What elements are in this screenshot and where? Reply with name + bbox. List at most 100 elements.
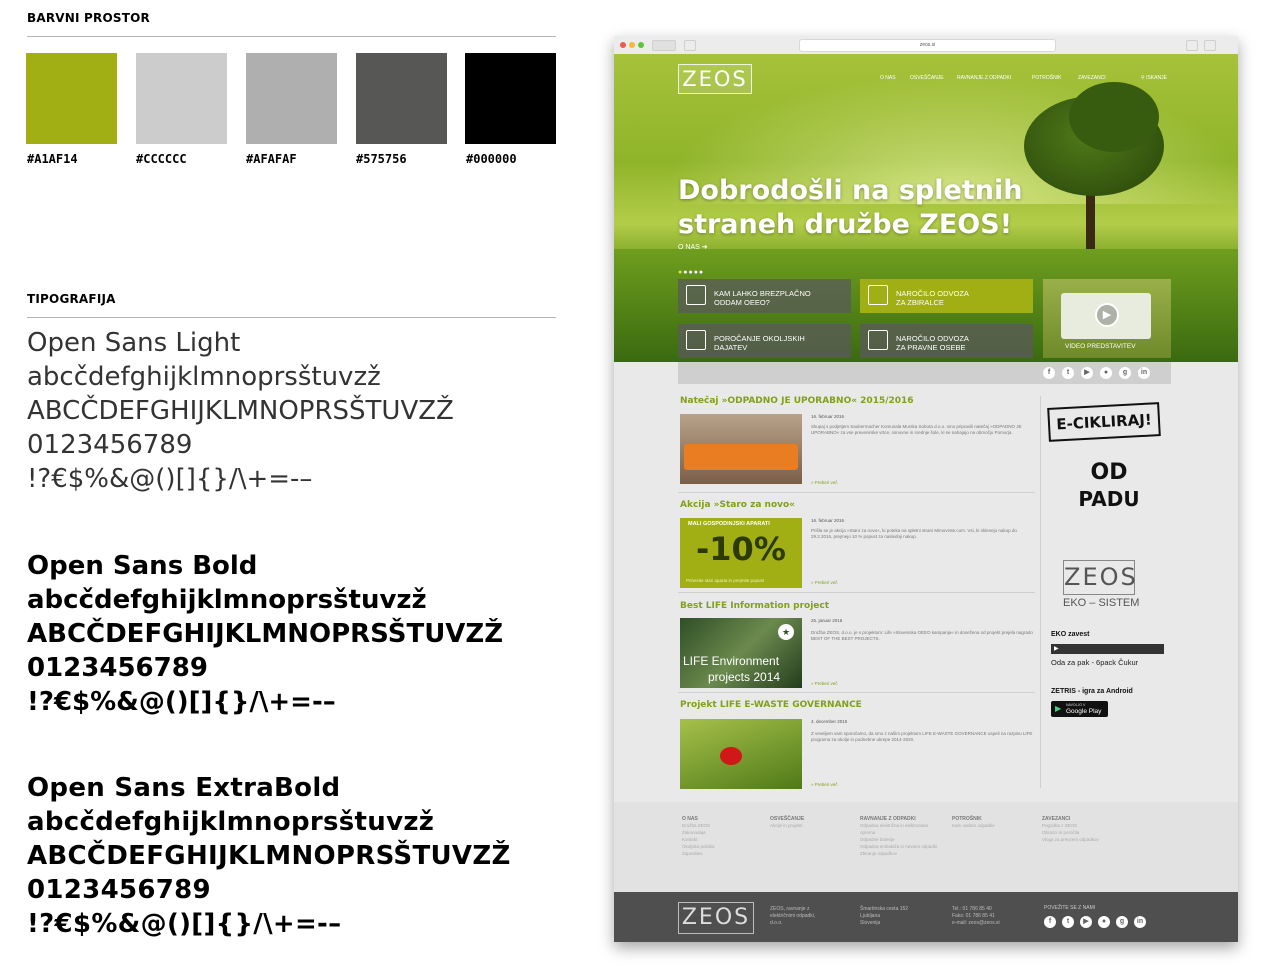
post-title[interactable]: Projekt LIFE E-WASTE GOVERNANCE xyxy=(680,700,862,710)
twitter-icon[interactable]: t xyxy=(1062,367,1074,379)
nav-item-potrosnik[interactable]: POTROŠNIK xyxy=(1032,75,1061,81)
footer-contact: Tel.: 01 786 85 40 Faks: 01 786 85 41 e-… xyxy=(952,906,1000,927)
font-sample-bold: Open Sans Bold abcčdefghijklmnoprsštuvzž… xyxy=(27,549,503,719)
footer-link[interactable]: Odpadna električna in elektronska oprema xyxy=(860,822,942,836)
post-image-life[interactable]: ★ LIFE Environment projects 2014 xyxy=(680,618,802,688)
google-play-badge[interactable]: ▶ NAVOLJO V Google Play xyxy=(1051,701,1108,717)
odpadu-banner[interactable]: OD PADU xyxy=(1064,460,1154,520)
zeos-eko-sistem-logo[interactable]: ZEOS xyxy=(1063,560,1138,595)
eko-sistem-logo-text: ZEOS xyxy=(1064,563,1138,591)
post-image[interactable] xyxy=(680,414,802,484)
nav-item-zavezanci[interactable]: ZAVEZANCI xyxy=(1078,75,1106,81)
footer-link[interactable]: Pogodba z ZEOS xyxy=(1042,822,1122,829)
eko-zavest-title: EKO zavest xyxy=(1051,631,1090,638)
footer-link[interactable]: Vloga za prevzem odpadkov xyxy=(1042,836,1122,843)
post-date: 16. februar 2016 xyxy=(811,518,845,523)
odpadu-line-1: OD xyxy=(1090,460,1128,485)
maximize-window-icon[interactable] xyxy=(638,42,644,48)
facebook-icon[interactable]: f xyxy=(1044,916,1056,928)
swatch-label-1: #CCCCCC xyxy=(136,152,187,166)
post-excerpt: Skupaj s podjetjem Saubermacher Komunala… xyxy=(811,424,1022,435)
house-icon xyxy=(868,285,888,305)
footer-link[interactable]: Odpadne baterije xyxy=(860,836,942,843)
font-digits: 0123456789 xyxy=(27,875,211,905)
post-title[interactable]: Akcija »Staro za novo« xyxy=(680,500,795,510)
post-title[interactable]: Best LIFE Information project xyxy=(680,601,829,611)
ecikliraj-banner[interactable]: E-CIKLIRAJ! xyxy=(1047,402,1161,442)
post-date: 4. december 2015 xyxy=(811,719,848,724)
read-more-link[interactable]: » Preberi več xyxy=(811,782,838,787)
footer-link[interactable]: Okoljska politika xyxy=(682,843,715,850)
tile-kam-oddam[interactable]: KAM LAHKO BREZPLAČNO ODDAM OEEO? xyxy=(678,279,851,313)
back-forward-buttons[interactable] xyxy=(652,40,676,51)
play-icon[interactable]: ▶ xyxy=(1095,303,1119,327)
post-excerpt: Z veseljem vam sporočamo, da smo z našim… xyxy=(811,731,1033,742)
tile-porocanje[interactable]: POROČANJE OKOLJSKIH DAJATEV xyxy=(678,324,851,358)
post-title[interactable]: Natečaj »ODPADNO JE UPORABNO« 2015/2016 xyxy=(680,396,914,406)
read-more-link[interactable]: » Preberi več xyxy=(811,681,838,686)
googleplus-icon[interactable]: g xyxy=(1116,916,1128,928)
footer-link[interactable]: Zaposlitev xyxy=(682,850,715,857)
nav-item-ravnanje[interactable]: RAVNANJE Z ODPADKI xyxy=(957,75,1011,81)
search-label: ISKANJE xyxy=(1146,75,1167,81)
eko-sistem-label: EKO – SISTEM xyxy=(1063,597,1140,609)
footer-logo[interactable]: ZEOS xyxy=(678,902,754,934)
footer-link[interactable]: Kontakt xyxy=(682,836,715,843)
pencil-icon xyxy=(686,330,706,350)
tile-line: KAM LAHKO BREZPLAČNO xyxy=(714,289,811,298)
footer-link[interactable]: Zbiranje odpadkov xyxy=(860,850,942,857)
footer-company-line: ZEOS, ravnanje z xyxy=(770,906,810,912)
tile-line: POROČANJE OKOLJSKIH xyxy=(714,334,805,343)
post-separator xyxy=(678,492,1035,493)
video-tile[interactable]: ▶ VIDEO PREDSTAVITEV xyxy=(1043,279,1171,358)
footer-contact-line[interactable]: e-mail: zeos@zeos.si xyxy=(952,920,1000,927)
player-play-icon[interactable]: ▶ xyxy=(1054,645,1059,652)
recycle-bin-icon xyxy=(686,285,706,305)
carousel-dots[interactable]: ●●●●● xyxy=(678,269,704,276)
promo-image[interactable]: MALI GOSPODINJSKI APARATI -10% Prinesite… xyxy=(680,518,802,588)
post-separator xyxy=(678,592,1035,593)
swatch-label-2: #AFAFAF xyxy=(246,152,297,166)
logo-text: ZEOS xyxy=(682,67,748,91)
hero-link-o-nas[interactable]: O NAS ➜ xyxy=(678,243,708,251)
tile-line: ZA ZBIRALCE xyxy=(896,298,944,307)
linkedin-icon[interactable]: in xyxy=(1134,916,1146,928)
sidebar-toggle-icon[interactable] xyxy=(684,40,696,51)
swatch-label-4: #000000 xyxy=(466,152,517,166)
flickr-icon[interactable]: ● xyxy=(1098,916,1110,928)
close-window-icon[interactable] xyxy=(620,42,626,48)
footer-link[interactable]: Družba ZEOS xyxy=(682,822,715,829)
odpadu-line-2: PADU xyxy=(1078,487,1140,511)
ladybug-image[interactable] xyxy=(680,719,802,789)
googleplus-icon[interactable]: g xyxy=(1119,367,1131,379)
linkedin-icon[interactable]: in xyxy=(1138,367,1150,379)
font-sample-extrabold: Open Sans ExtraBold abcčdefghijklmnoprsš… xyxy=(27,771,511,941)
tile-narocilo-zbiralci[interactable]: NAROČILO ODVOZA ZA ZBIRALCE xyxy=(860,279,1033,313)
tile-narocilo-pravne[interactable]: NAROČILO ODVOZA ZA PRAVNE OSEBE xyxy=(860,324,1033,358)
youtube-icon[interactable]: ▶ xyxy=(1081,367,1093,379)
nav-item-o-nas[interactable]: O NAS xyxy=(880,75,896,81)
footer-link[interactable]: Odpadna embalaža in nevarni odpadki xyxy=(860,843,942,850)
font-name: Open Sans Light xyxy=(27,328,241,358)
ladybug-icon xyxy=(720,747,742,765)
read-more-link[interactable]: » Preberi več xyxy=(811,580,838,585)
tabs-icon[interactable] xyxy=(1204,40,1216,51)
twitter-icon[interactable]: t xyxy=(1062,916,1074,928)
read-more-link[interactable]: » Preberi več xyxy=(811,480,838,485)
site-logo[interactable]: ZEOS xyxy=(678,64,752,94)
video-player-bar[interactable]: ▶ xyxy=(1051,644,1164,654)
nav-search[interactable]: ⚲ ISKANJE xyxy=(1141,75,1167,81)
share-icon[interactable] xyxy=(1186,40,1198,51)
minimize-window-icon[interactable] xyxy=(629,42,635,48)
footer-link[interactable]: Obrazci in poročila xyxy=(1042,829,1122,836)
promo-footnote: Prinesite stari aparat in prejmite popus… xyxy=(686,578,765,583)
address-bar[interactable]: zeos.si xyxy=(799,39,1056,52)
footer-link[interactable]: Zakonodaja xyxy=(682,829,715,836)
facebook-icon[interactable]: f xyxy=(1043,367,1055,379)
nav-item-osvescanje[interactable]: OSVEŠČANJE xyxy=(910,75,944,81)
carousel-dot-active[interactable]: ● xyxy=(678,269,683,276)
flickr-icon[interactable]: ● xyxy=(1100,367,1112,379)
footer-link[interactable]: Akcije in projekti xyxy=(770,822,804,829)
youtube-icon[interactable]: ▶ xyxy=(1080,916,1092,928)
footer-link[interactable]: Kam oddam odpadke xyxy=(952,822,995,829)
